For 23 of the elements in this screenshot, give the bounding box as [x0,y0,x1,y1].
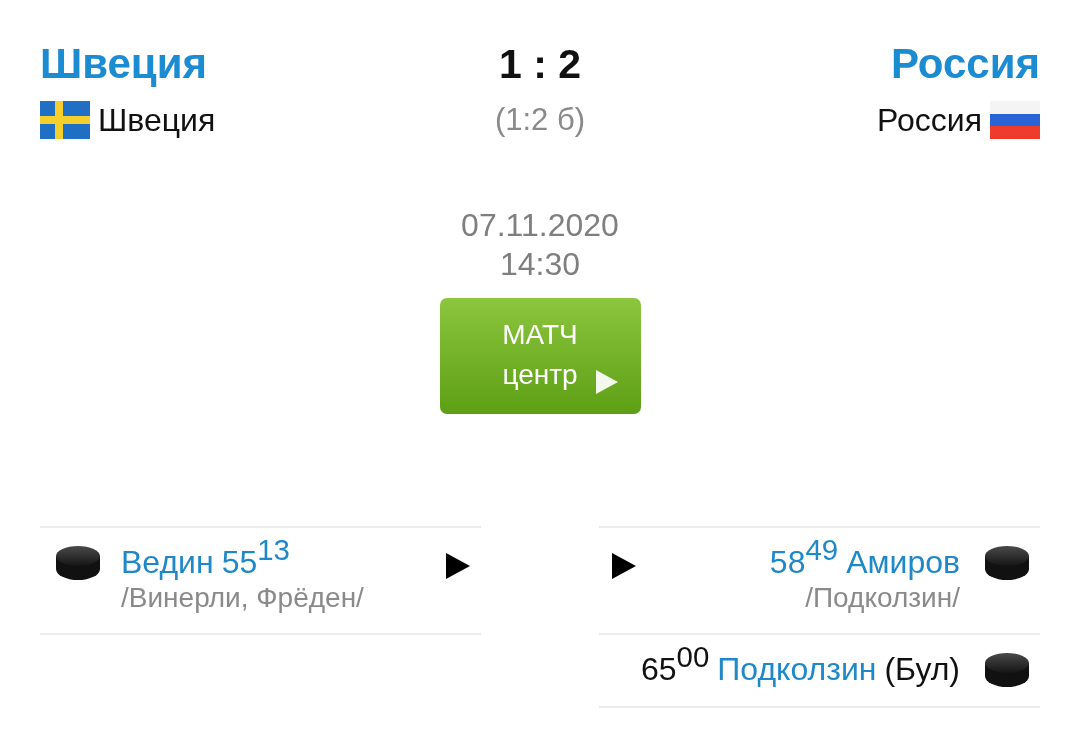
match-center-button[interactable]: МАТЧ центр [439,298,641,414]
flag-icon [40,101,90,139]
team-name: Швеция [98,101,216,140]
team-name-link[interactable]: Швеция [40,36,207,92]
flag-icon [990,101,1040,139]
play-icon [595,370,618,394]
assists-text: /Подколзин/ [805,581,960,615]
puck-icon [984,652,1030,688]
scorer-link[interactable]: Амиров [846,543,960,581]
scorer-link[interactable]: Ведин [121,543,214,581]
score-detail: (1:2 б) [494,101,586,139]
scorer-link[interactable]: Подколзин [717,650,877,688]
match-date: 07.11.2020 [461,206,619,245]
team-name-link[interactable]: Россия [890,36,1040,92]
goal-note: (Бул) [884,650,960,688]
assists-text: /Винерли, Фрёден/ [121,581,365,615]
score: 1 : 2 [498,40,581,89]
puck-icon [55,545,101,581]
play-icon[interactable] [446,553,470,579]
match-time: 14:30 [499,245,581,284]
puck-icon [984,545,1030,581]
play-icon[interactable] [612,553,636,579]
team-name: Россия [877,101,982,140]
